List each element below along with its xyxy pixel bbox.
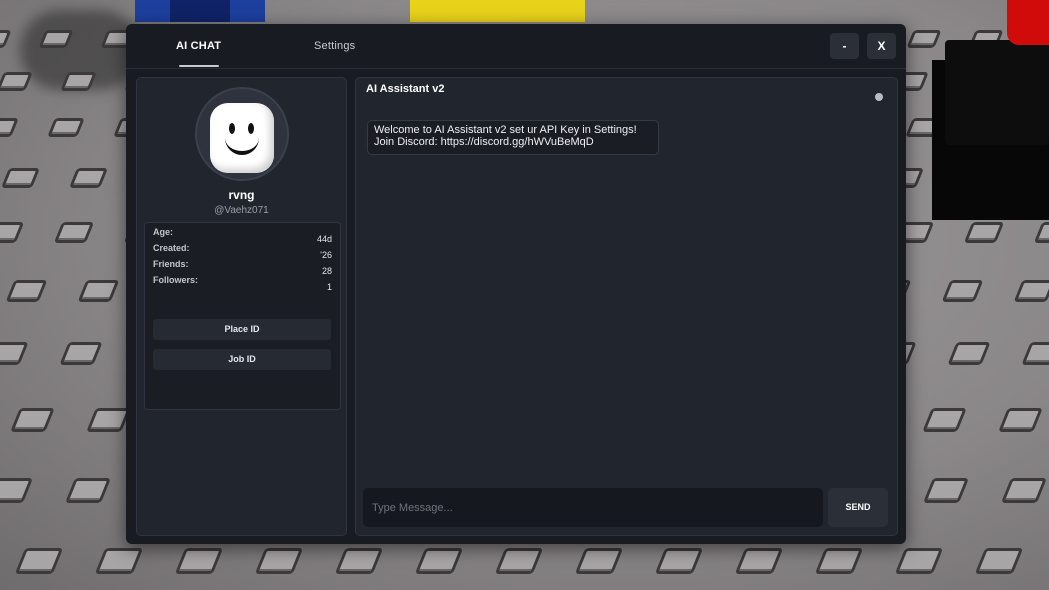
stat-label-age: Age:: [153, 227, 173, 237]
stat-value-friends: 28: [321, 266, 332, 276]
baseplate-stud: [922, 408, 967, 432]
baseplate-stud: [47, 118, 85, 137]
stat-label-followers: Followers:: [153, 275, 199, 285]
chat-message: Welcome to AI Assistant v2 set ur API Ke…: [367, 120, 659, 155]
baseplate-stud: [254, 548, 304, 574]
blue-character: [135, 0, 265, 22]
red-character-head: [1007, 0, 1049, 45]
baseplate-stud: [1021, 342, 1049, 365]
message-input[interactable]: [363, 488, 823, 527]
baseplate-stud: [414, 548, 464, 574]
stat-value-followers: 1: [326, 282, 332, 292]
baseplate-stud: [77, 280, 120, 302]
baseplate-stud: [947, 342, 991, 365]
baseplate-stud: [922, 478, 970, 503]
black-character-arm: [945, 40, 1049, 145]
baseplate-stud: [894, 548, 944, 574]
tab-settings[interactable]: Settings: [314, 40, 355, 52]
baseplate-stud: [94, 548, 144, 574]
baseplate-stud: [0, 72, 33, 91]
close-button[interactable]: X: [867, 33, 896, 59]
baseplate-stud: [574, 548, 624, 574]
baseplate-stud: [0, 118, 19, 137]
baseplate-stud: [963, 222, 1005, 243]
baseplate-stud: [68, 168, 109, 188]
baseplate-stud: [1000, 478, 1048, 503]
avatar-mouth: [225, 133, 259, 155]
baseplate-stud: [0, 222, 25, 243]
baseplate-stud: [59, 342, 103, 365]
profile-panel: rvng @Vaehz071 Age: 44d Created: '26 Fri…: [136, 77, 347, 536]
baseplate-stud: [86, 408, 131, 432]
baseplate-stud: [14, 548, 64, 574]
baseplate-stud: [734, 548, 784, 574]
baseplate-stud: [0, 30, 12, 48]
baseplate-stud: [0, 168, 41, 188]
baseplate-stud: [654, 548, 704, 574]
baseplate-stud: [64, 478, 112, 503]
chat-message-line: Join Discord: https://discord.gg/hWVuBeM…: [374, 136, 594, 148]
baseplate-stud: [38, 30, 74, 48]
profile-handle: @Vaehz071: [214, 205, 269, 216]
yellow-character: [410, 0, 585, 22]
chat-message-line: Welcome to AI Assistant v2 set ur API Ke…: [374, 124, 637, 136]
baseplate-stud: [174, 548, 224, 574]
minimize-button[interactable]: -: [830, 33, 859, 59]
avatar: [195, 87, 289, 181]
baseplate-stud: [53, 222, 95, 243]
smiley-avatar-icon: [210, 103, 274, 173]
chat-panel: AI Assistant v2 Welcome to AI Assistant …: [355, 77, 898, 536]
baseplate-stud: [10, 408, 55, 432]
baseplate-stud: [0, 342, 29, 365]
baseplate-stud: [5, 280, 48, 302]
stat-value-created: '26: [320, 250, 332, 260]
active-tab-indicator: [179, 65, 219, 67]
baseplate-stud: [906, 30, 942, 48]
stat-label-friends: Friends:: [153, 259, 189, 269]
place-id-button[interactable]: Place ID: [153, 319, 331, 340]
baseplate-stud: [494, 548, 544, 574]
baseplate-stud: [334, 548, 384, 574]
baseplate-stud: [814, 548, 864, 574]
baseplate-stud: [998, 408, 1043, 432]
tab-ai-chat[interactable]: AI CHAT: [176, 40, 221, 52]
job-id-button[interactable]: Job ID: [153, 349, 331, 370]
baseplate-stud: [0, 478, 34, 503]
baseplate-stud: [941, 280, 984, 302]
stat-label-created: Created:: [153, 243, 190, 253]
stat-value-age: 44d: [316, 234, 332, 244]
titlebar: AI CHAT Settings - X: [126, 24, 906, 69]
profile-stats-box: Age: 44d Created: '26 Friends: 28 Follow…: [144, 222, 341, 410]
send-button[interactable]: SEND: [828, 488, 888, 527]
baseplate-stud: [1033, 222, 1049, 243]
chat-title: AI Assistant v2: [366, 83, 445, 95]
ai-chat-window: AI CHAT Settings - X rvng @Vaehz071 Age:…: [126, 24, 906, 544]
status-dot-icon: [875, 93, 883, 101]
baseplate-stud: [1013, 280, 1049, 302]
baseplate-stud: [60, 72, 97, 91]
baseplate-stud: [974, 548, 1024, 574]
profile-username: rvng: [228, 188, 255, 202]
